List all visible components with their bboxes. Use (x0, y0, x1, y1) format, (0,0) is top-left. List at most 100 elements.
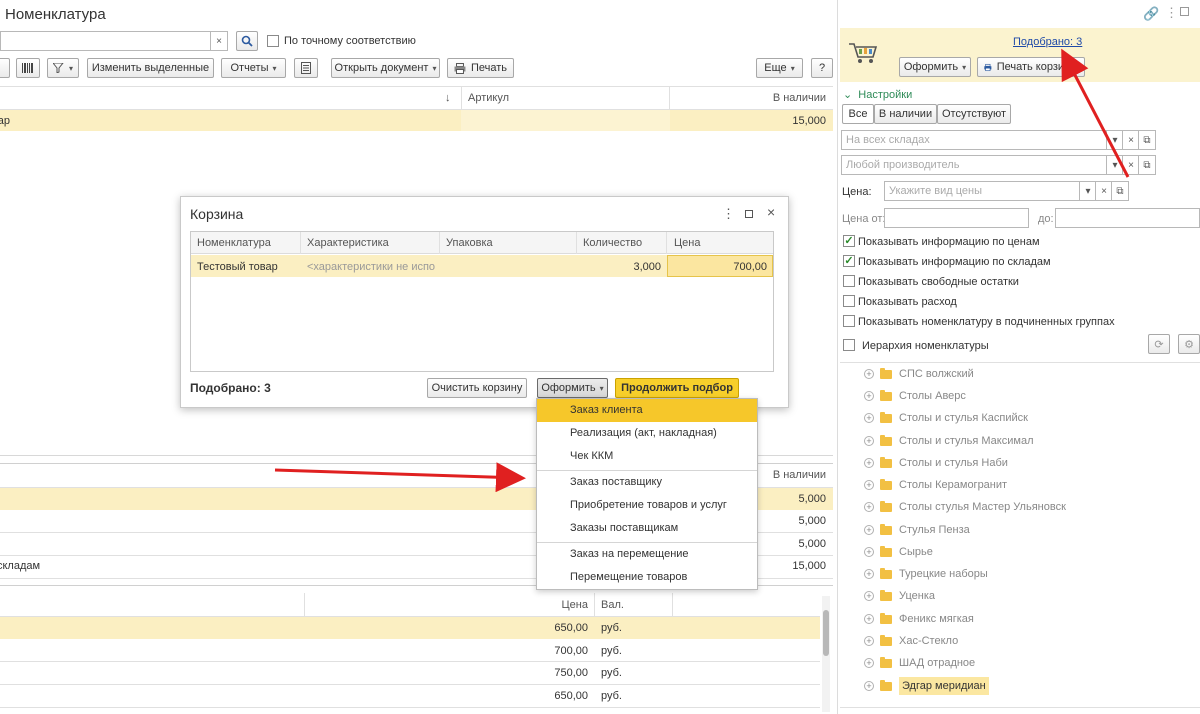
cart-checkout-button[interactable]: Оформить ▾ (537, 378, 608, 398)
picked-count-link[interactable]: Подобрано: 3 (1013, 36, 1082, 48)
cart-column-package[interactable]: Упаковка (446, 237, 493, 249)
kebab-menu-icon[interactable]: ⋮ (1165, 5, 1178, 21)
column-header-stock[interactable]: В наличии (676, 92, 826, 104)
tree-item[interactable]: + Столы и стулья Максимал (862, 430, 1033, 452)
expand-icon[interactable]: + (864, 480, 874, 490)
filter-in-stock-button[interactable]: В наличии (874, 104, 937, 124)
filter-all-button[interactable]: Все (842, 104, 874, 124)
price-from-input[interactable] (884, 208, 1029, 228)
tree-item[interactable]: + Феникс мягкая (862, 608, 974, 630)
cart-checkout-label: Оформить (541, 382, 596, 394)
menu-item-receipt[interactable]: Чек ККМ (537, 445, 757, 468)
option-checkbox-consumption[interactable] (843, 295, 855, 307)
link-icon[interactable]: 🔗 (1143, 6, 1159, 22)
more-label: Еще (764, 62, 787, 74)
search-clear-button[interactable]: × (210, 31, 228, 51)
expand-icon[interactable]: + (864, 436, 874, 446)
tree-item[interactable]: + ШАД отрадное (862, 652, 975, 674)
tree-item[interactable]: + Турецкие наборы (862, 563, 988, 585)
price-table-scrollbar[interactable] (822, 596, 830, 712)
cart-column-price[interactable]: Цена (674, 237, 700, 249)
expand-icon[interactable]: + (864, 413, 874, 423)
expand-icon[interactable]: + (864, 614, 874, 624)
expand-icon[interactable]: + (864, 591, 874, 601)
hierarchy-settings-button[interactable]: ⚙ (1178, 334, 1200, 354)
tree-item[interactable]: + Столы и стулья Наби (862, 452, 1008, 474)
expand-icon[interactable]: + (864, 658, 874, 668)
toolbar-button-left[interactable] (0, 58, 10, 78)
print-cart-button[interactable]: Печать корзины (977, 57, 1085, 77)
option-checkbox-prices[interactable]: ✓ (843, 235, 855, 247)
open-document-button[interactable]: Открыть документ ▾ (331, 58, 440, 78)
tree-item[interactable]: + Сырье (862, 541, 933, 563)
cart-column-name[interactable]: Номенклатура (197, 237, 271, 249)
price-row-2: 700,00 (554, 645, 588, 657)
tree-item[interactable]: + СПС волжский (862, 363, 974, 385)
help-button[interactable]: ? (811, 58, 833, 78)
barcode-button[interactable] (16, 58, 40, 78)
reports-button[interactable]: Отчеты ▾ (221, 58, 286, 78)
menu-item-customer-order[interactable]: Заказ клиента (537, 399, 757, 422)
warehouses-open[interactable]: ⧉ (1138, 130, 1156, 150)
dialog-maximize-icon[interactable] (745, 210, 753, 218)
expand-icon[interactable]: + (864, 569, 874, 579)
tree-item[interactable]: + Стулья Пенза (862, 519, 970, 541)
menu-item-supplier-orders[interactable]: Заказы поставщикам (537, 517, 757, 540)
manufacturer-open[interactable]: ⧉ (1138, 155, 1156, 175)
tree-item[interactable]: + Столы Керамогранит (862, 474, 1007, 496)
tree-item[interactable]: + Столы и стулья Каспийск (862, 407, 1028, 429)
column-header-article[interactable]: Артикул (468, 92, 509, 104)
continue-selection-button[interactable]: Продолжить подбор (615, 378, 739, 398)
warehouses-field[interactable]: На всех складах (841, 130, 1109, 150)
option-checkbox-subgroups[interactable] (843, 315, 855, 327)
clear-cart-button[interactable]: Очистить корзину (427, 378, 527, 398)
cart-column-quantity[interactable]: Количество (583, 237, 642, 249)
more-button[interactable]: Еще ▾ (756, 58, 803, 78)
expand-icon[interactable]: + (864, 681, 874, 691)
manufacturer-field[interactable]: Любой производитель (841, 155, 1109, 175)
menu-item-supplier-order[interactable]: Заказ поставщику (537, 471, 757, 494)
tree-item[interactable]: + Эдгар меридиан (862, 675, 989, 697)
hierarchy-refresh-button[interactable]: ⟳ (1148, 334, 1170, 354)
tree-item[interactable]: + Столы стулья Мастер Ульяновск (862, 496, 1066, 518)
filter-button[interactable]: ▾ (47, 58, 79, 78)
print-button[interactable]: Печать (447, 58, 514, 78)
filter-absent-button[interactable]: Отсутствуют (937, 104, 1011, 124)
option-checkbox-free-stock[interactable] (843, 275, 855, 287)
menu-item-transfer[interactable]: Перемещение товаров (537, 566, 757, 589)
currency-column-header[interactable]: Вал. (601, 599, 624, 611)
cart-column-characteristic[interactable]: Характеристика (307, 237, 389, 249)
expand-icon[interactable]: + (864, 458, 874, 468)
menu-item-sale[interactable]: Реализация (акт, накладная) (537, 422, 757, 445)
tree-item[interactable]: + Уценка (862, 585, 935, 607)
maximize-icon[interactable] (1180, 7, 1189, 16)
dialog-close-icon[interactable]: × (767, 204, 775, 220)
expand-icon[interactable]: + (864, 369, 874, 379)
table-row[interactable] (0, 617, 820, 639)
expand-icon[interactable]: + (864, 502, 874, 512)
list-settings-button[interactable] (294, 58, 318, 78)
tree-item[interactable]: + Столы Аверс (862, 385, 966, 407)
price-to-input[interactable] (1055, 208, 1200, 228)
menu-item-purchase[interactable]: Приобретение товаров и услуг (537, 494, 757, 517)
sort-arrow-icon[interactable]: ↓ (445, 92, 451, 104)
edit-selected-button[interactable]: Изменить выделенные (87, 58, 214, 78)
search-input[interactable] (0, 31, 211, 51)
exact-match-checkbox[interactable] (267, 35, 279, 47)
price-column-header[interactable]: Цена (500, 599, 588, 611)
expand-icon[interactable]: + (864, 547, 874, 557)
menu-item-transfer-order[interactable]: Заказ на перемещение (537, 543, 757, 566)
price-type-open[interactable]: ⧉ (1111, 181, 1129, 201)
settings-toggle[interactable]: ⌄ Настройки (843, 88, 912, 101)
stock-row-4-name: складам (0, 560, 41, 572)
dialog-more-icon[interactable]: ⋮ (722, 206, 735, 222)
expand-icon[interactable]: + (864, 636, 874, 646)
search-button[interactable] (236, 31, 258, 51)
expand-icon[interactable]: + (864, 391, 874, 401)
option-checkbox-warehouses[interactable]: ✓ (843, 255, 855, 267)
hierarchy-checkbox[interactable] (843, 339, 855, 351)
tree-item[interactable]: + Хас-Стекло (862, 630, 958, 652)
price-type-field[interactable]: Укажите вид цены (884, 181, 1082, 201)
expand-icon[interactable]: + (864, 525, 874, 535)
panel-checkout-button[interactable]: Оформить ▾ (899, 57, 971, 77)
